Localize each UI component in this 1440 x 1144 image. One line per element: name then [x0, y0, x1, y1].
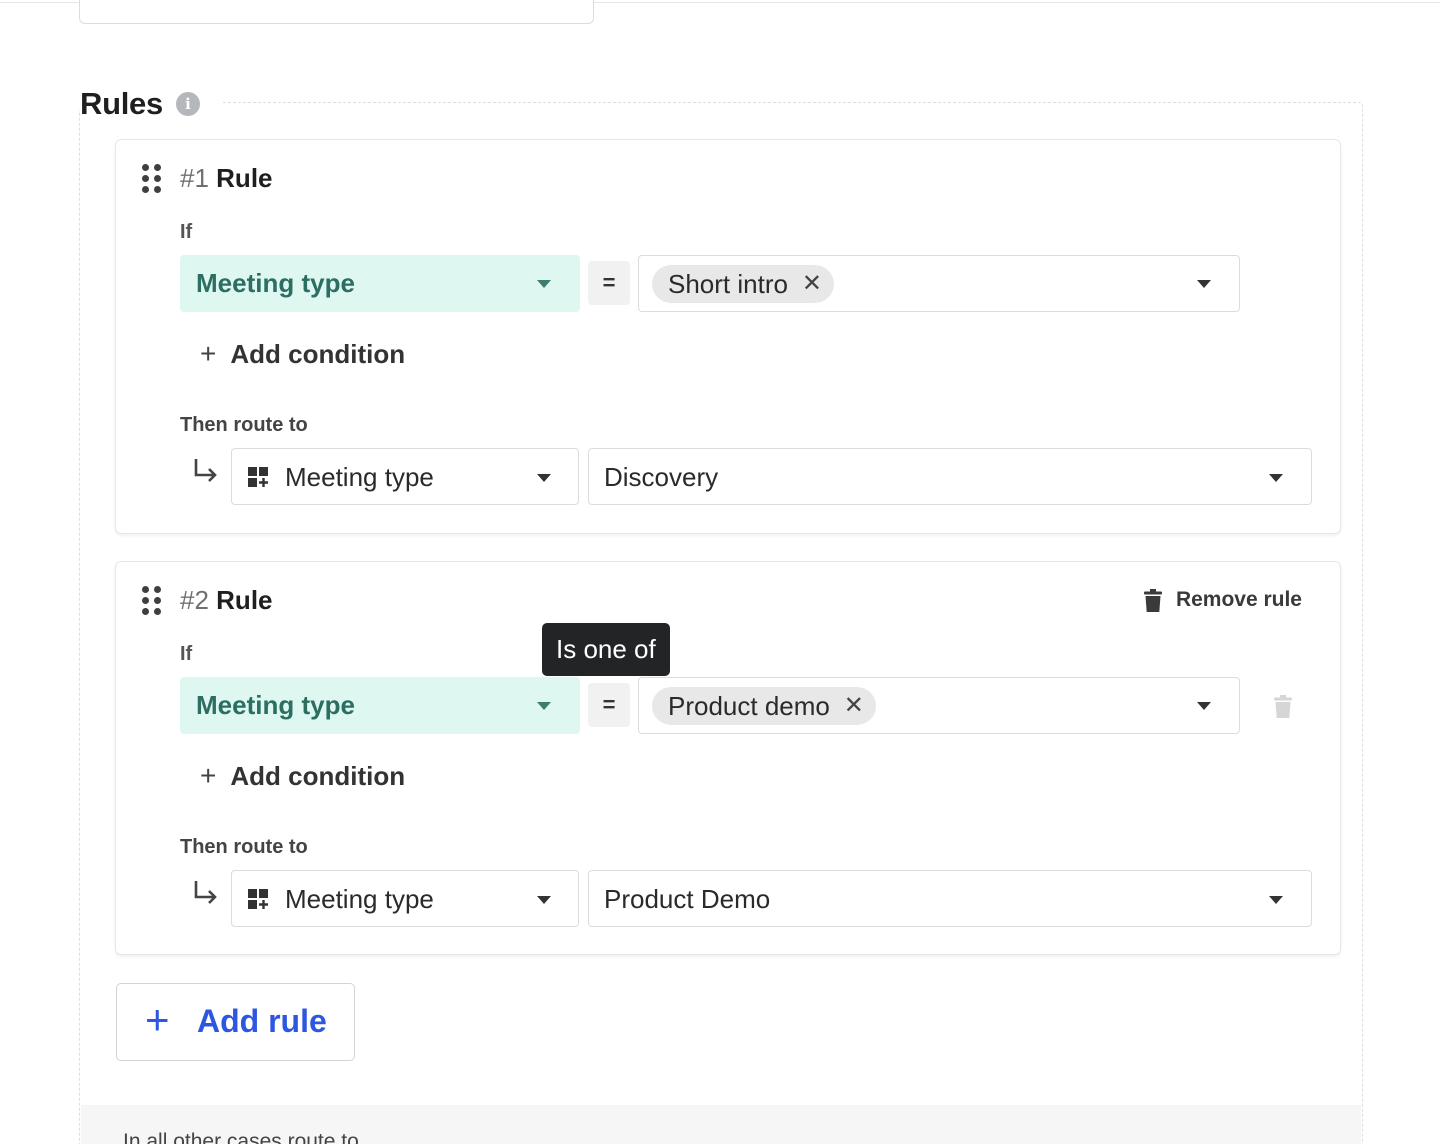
remove-rule-button[interactable]: Remove rule [1143, 588, 1302, 612]
info-icon[interactable]: i [176, 92, 200, 116]
fallback-label: In all other cases route to [123, 1130, 359, 1144]
if-label: If [180, 643, 193, 665]
add-condition-label: Add condition [230, 761, 406, 791]
drag-handle-icon[interactable] [142, 586, 162, 618]
remove-rule-label: Remove rule [1175, 588, 1302, 611]
rule-card-1: #1 Rule If Meeting type = Short intro ✕ … [115, 139, 1341, 534]
value-chip: Short intro ✕ [652, 265, 834, 303]
trash-icon[interactable] [1274, 695, 1292, 718]
caret-down-icon [537, 896, 551, 904]
caret-down-icon [1197, 280, 1211, 288]
plus-icon: + [200, 338, 217, 369]
caret-down-icon [537, 474, 551, 482]
value-chip-label: Short intro [668, 269, 788, 299]
close-icon[interactable]: ✕ [844, 687, 864, 725]
previous-section-card [79, 0, 594, 24]
rule-number: #2 [180, 585, 209, 615]
rule-heading: #1 Rule [180, 163, 273, 194]
condition-value-select[interactable]: Product demo ✕ [638, 677, 1240, 734]
route-value-select[interactable]: Product Demo [588, 870, 1312, 927]
section-title: Rules [80, 86, 163, 121]
caret-down-icon [1197, 702, 1211, 710]
route-field-value: Meeting type [285, 462, 434, 492]
rule-card-2: #2 Rule Remove rule If Meeting type = Pr… [115, 561, 1341, 955]
add-rule-label: Add rule [197, 1003, 327, 1039]
if-label: If [180, 221, 193, 243]
condition-value-select[interactable]: Short intro ✕ [638, 255, 1240, 312]
drag-handle-icon[interactable] [142, 164, 162, 196]
close-icon[interactable]: ✕ [802, 265, 822, 303]
operator-tooltip: Is one of [542, 623, 670, 676]
route-value: Product Demo [604, 884, 771, 914]
value-chip: Product demo ✕ [652, 687, 876, 725]
return-arrow-icon [192, 456, 220, 491]
rule-heading: #2 Rule [180, 585, 273, 616]
condition-field-select[interactable]: Meeting type [180, 255, 580, 312]
caret-down-icon [1269, 474, 1283, 482]
then-route-label: Then route to [180, 836, 308, 858]
condition-field-value: Meeting type [196, 268, 355, 298]
route-field-select[interactable]: Meeting type [231, 448, 579, 505]
route-value-select[interactable]: Discovery [588, 448, 1312, 505]
plus-icon: + [145, 996, 170, 1043]
route-field-select[interactable]: Meeting type [231, 870, 579, 927]
operator-select[interactable]: = [588, 261, 630, 305]
rule-title: Rule [216, 163, 273, 193]
plus-icon: + [200, 760, 217, 791]
operator-select[interactable]: = [588, 683, 630, 727]
condition-field-value: Meeting type [196, 690, 355, 720]
route-value: Discovery [604, 462, 719, 492]
condition-field-select[interactable]: Meeting type [180, 677, 580, 734]
caret-down-icon [1269, 896, 1283, 904]
rule-number: #1 [180, 163, 209, 193]
grid-add-icon [248, 467, 268, 487]
fallback-route-section: In all other cases route to [81, 1105, 1361, 1144]
grid-add-icon [248, 889, 268, 909]
caret-down-icon [537, 702, 551, 710]
then-route-label: Then route to [180, 414, 308, 436]
add-condition-button[interactable]: + Add condition [200, 338, 405, 370]
add-rule-button[interactable]: + Add rule [116, 983, 355, 1061]
rule-title: Rule [216, 585, 273, 615]
value-chip-label: Product demo [668, 691, 830, 721]
add-condition-button[interactable]: + Add condition [200, 760, 405, 792]
add-condition-label: Add condition [230, 339, 406, 369]
caret-down-icon [537, 280, 551, 288]
return-arrow-icon [192, 878, 220, 913]
trash-icon [1143, 588, 1162, 612]
route-field-value: Meeting type [285, 884, 434, 914]
